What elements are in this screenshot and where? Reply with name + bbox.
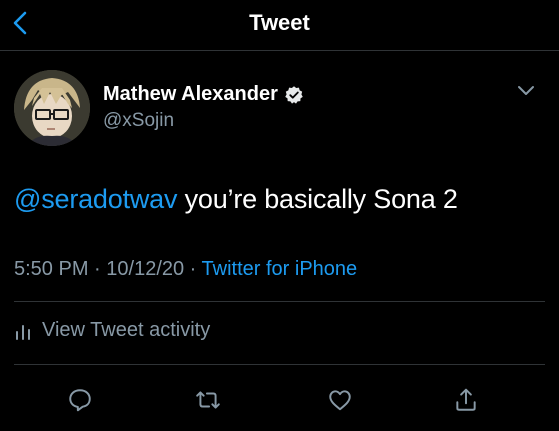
author-handle[interactable]: @xSojin bbox=[103, 110, 174, 132]
mention-link[interactable]: @seradotwav bbox=[14, 184, 177, 214]
view-tweet-activity-button[interactable]: View Tweet activity bbox=[14, 319, 210, 342]
top-nav-bar: Tweet bbox=[0, 0, 559, 51]
reply-icon bbox=[69, 389, 91, 412]
tweet-meta: 5:50 PM · 10/12/20 · Twitter for iPhone bbox=[14, 258, 357, 281]
tweet-source-link[interactable]: Twitter for iPhone bbox=[202, 258, 358, 280]
reply-button[interactable] bbox=[66, 386, 94, 414]
retweet-icon bbox=[196, 391, 220, 409]
heart-icon bbox=[329, 390, 351, 411]
author-name: Mathew Alexander bbox=[103, 83, 278, 105]
chevron-down-icon[interactable] bbox=[516, 84, 536, 98]
tweet-detail-screen: Tweet Mathew Alexander @xSojin @seradotw… bbox=[0, 0, 559, 431]
activity-label: View Tweet activity bbox=[42, 319, 211, 341]
tweet-action-bar bbox=[0, 378, 559, 418]
tweet-time: 5:50 PM bbox=[14, 258, 89, 280]
author-name-row[interactable]: Mathew Alexander bbox=[103, 83, 304, 106]
meta-separator: · bbox=[88, 258, 107, 280]
bar-chart-icon bbox=[16, 324, 30, 340]
page-title: Tweet bbox=[249, 10, 310, 35]
tweet-date: 10/12/20 bbox=[106, 258, 185, 280]
avatar[interactable] bbox=[14, 70, 90, 146]
tweet-body-text: you’re basically Sona 2 bbox=[177, 184, 458, 214]
meta-separator: · bbox=[184, 258, 202, 280]
avatar-image bbox=[14, 70, 90, 146]
share-button[interactable] bbox=[452, 386, 480, 414]
retweet-button[interactable] bbox=[194, 386, 222, 414]
verified-badge-icon bbox=[285, 85, 303, 104]
like-button[interactable] bbox=[326, 386, 354, 414]
share-icon bbox=[456, 388, 476, 411]
divider bbox=[14, 364, 545, 365]
divider bbox=[14, 301, 545, 302]
tweet-text: @seradotwav you’re basically Sona 2 bbox=[14, 184, 458, 215]
